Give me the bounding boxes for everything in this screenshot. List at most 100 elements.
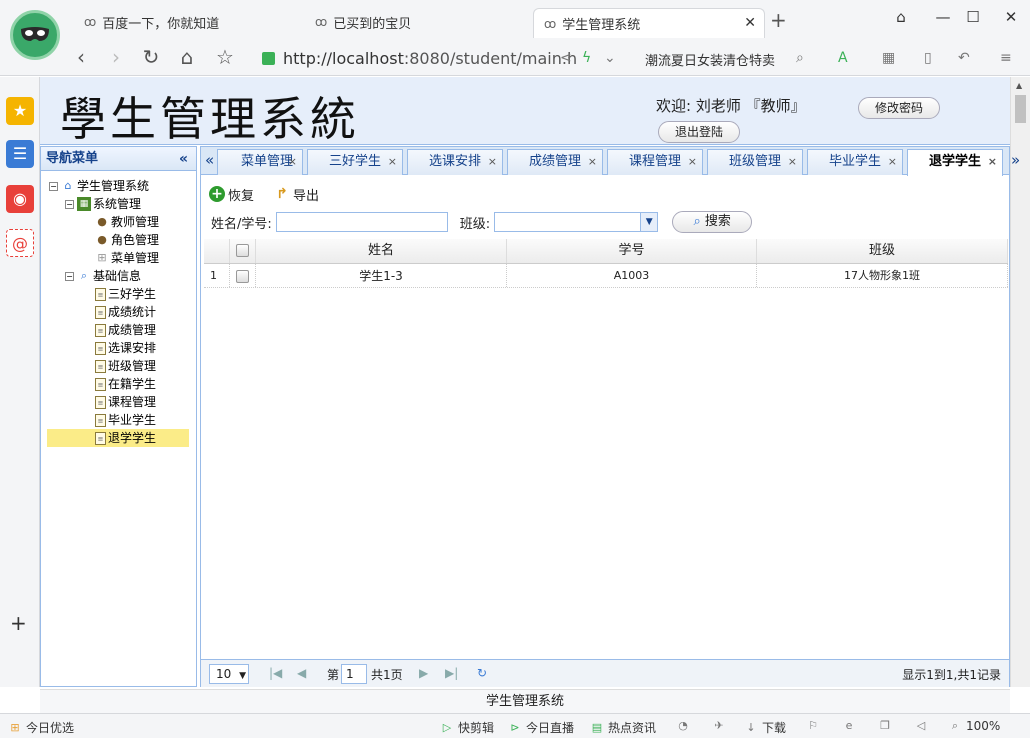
- tab-dropout-active[interactable]: 退学学生 ×: [907, 149, 1003, 176]
- collapse-toggle-icon[interactable]: −: [49, 181, 58, 191]
- volume-icon[interactable]: ◁: [914, 719, 932, 733]
- close-icon[interactable]: ×: [588, 150, 597, 174]
- tab-course-manage[interactable]: 课程管理 ×: [607, 149, 703, 175]
- flag-icon[interactable]: ⚐: [806, 719, 824, 733]
- scroll-right-icon[interactable]: »: [1011, 151, 1020, 169]
- close-window-button[interactable]: ✕: [998, 8, 1024, 30]
- collapse-icon[interactable]: «: [179, 147, 188, 171]
- forward-icon[interactable]: ›: [103, 44, 129, 70]
- zoom-control[interactable]: ⌕ 100%: [948, 719, 1000, 733]
- scroll-up-icon[interactable]: ▲: [1016, 81, 1022, 90]
- url-field[interactable]: http://localhost :8080/student/main.h: [252, 45, 632, 71]
- table-row[interactable]: 1 学生1-3 A1003 17人物形象1班: [204, 264, 1008, 288]
- row-checkbox[interactable]: [230, 264, 256, 287]
- next-page-icon[interactable]: ▶: [419, 666, 428, 680]
- prev-page-icon[interactable]: ◀: [297, 666, 306, 680]
- tab-course-selection[interactable]: 选课安排 ×: [407, 149, 503, 175]
- close-icon[interactable]: ×: [488, 150, 497, 174]
- mail-icon[interactable]: @: [6, 229, 34, 257]
- change-password-button[interactable]: 修改密码: [858, 97, 940, 119]
- tab-merit-students[interactable]: 三好学生 ×: [307, 149, 403, 175]
- weibo-icon[interactable]: ◉: [6, 185, 34, 213]
- favorites-icon[interactable]: ★: [6, 97, 34, 125]
- pin-icon[interactable]: ✈: [712, 719, 730, 733]
- promo-link[interactable]: 潮流夏日女装清仓特卖: [645, 50, 775, 69]
- tree-item-role[interactable]: ● 角色管理: [95, 231, 159, 249]
- maximize-button[interactable]: ☐: [960, 8, 986, 30]
- lightning-icon[interactable]: ϟ: [582, 50, 591, 66]
- chevron-down-icon[interactable]: ⌄: [604, 50, 616, 66]
- tree-item[interactable]: ≡ 成绩统计: [95, 303, 156, 321]
- scroll-left-icon[interactable]: «: [205, 151, 214, 169]
- logout-button[interactable]: 退出登陆: [658, 121, 740, 143]
- tree-group-system[interactable]: − ▦ 系统管理: [65, 195, 141, 213]
- minimize-button[interactable]: —: [930, 8, 956, 30]
- collapse-toggle-icon[interactable]: −: [65, 271, 74, 281]
- close-icon[interactable]: ×: [988, 150, 997, 174]
- tab-class-manage[interactable]: 班级管理 ×: [707, 149, 803, 175]
- translate-icon[interactable]: A: [838, 50, 848, 66]
- close-icon[interactable]: ×: [688, 150, 697, 174]
- undo-icon[interactable]: ↶: [958, 50, 970, 66]
- tab-score-manage[interactable]: 成绩管理 ×: [507, 149, 603, 175]
- column-header-student-no[interactable]: 学号: [507, 239, 757, 263]
- chevron-down-icon[interactable]: ▼: [640, 213, 658, 231]
- back-icon[interactable]: ‹: [68, 44, 94, 70]
- name-input[interactable]: [275, 212, 448, 232]
- hot-news[interactable]: ▤ 热点资讯: [590, 719, 656, 736]
- column-header-name[interactable]: 姓名: [256, 239, 507, 263]
- list-icon[interactable]: ☰: [6, 140, 34, 168]
- tree-item[interactable]: ≡ 在籍学生: [95, 375, 156, 393]
- page-number-input[interactable]: 1: [341, 664, 367, 684]
- restore-button[interactable]: + 恢复: [209, 185, 254, 204]
- last-page-icon[interactable]: ▶|: [445, 666, 458, 680]
- tablet-icon[interactable]: ▯: [924, 50, 932, 66]
- window-icon[interactable]: ❐: [878, 719, 896, 733]
- home-icon[interactable]: ⌂: [174, 44, 200, 70]
- tree-item[interactable]: ≡ 三好学生: [95, 285, 156, 303]
- search-button[interactable]: ⌕ 搜索: [672, 211, 753, 233]
- quick-edit[interactable]: ▷ 快剪辑: [440, 719, 494, 736]
- add-icon[interactable]: +: [10, 611, 27, 635]
- collapse-toggle-icon[interactable]: −: [65, 199, 74, 209]
- menu-icon[interactable]: ≡: [1000, 50, 1012, 66]
- export-button[interactable]: ↱ 导出: [274, 185, 319, 204]
- tab-graduated[interactable]: 毕业学生 ×: [807, 149, 903, 175]
- speed-icon[interactable]: ◔: [676, 719, 694, 733]
- class-select[interactable]: ▼: [494, 212, 659, 232]
- close-icon[interactable]: ×: [788, 150, 797, 174]
- tree-item[interactable]: ≡ 毕业学生: [95, 411, 156, 429]
- tree-item-selected[interactable]: ≡ 退学学生: [47, 429, 189, 447]
- tree-item[interactable]: ≡ 选课安排: [95, 339, 156, 357]
- browser-tab[interactable]: ꝏ 百度一下，你就知道: [74, 8, 300, 36]
- ie-icon[interactable]: e: [842, 719, 860, 733]
- tree-group-basic[interactable]: − ⌕ 基础信息: [65, 267, 141, 285]
- first-page-icon[interactable]: |◀: [269, 666, 282, 680]
- refresh-icon[interactable]: ↻: [477, 666, 487, 680]
- column-header-class[interactable]: 班级: [757, 239, 1008, 263]
- scrollbar-thumb[interactable]: [1015, 95, 1026, 123]
- tab-menu-manage[interactable]: 菜单管理 ×: [217, 149, 303, 175]
- star-icon[interactable]: ☆: [212, 44, 238, 70]
- share-icon[interactable]: ⋖: [560, 50, 572, 66]
- live-today[interactable]: ⊳ 今日直播: [508, 719, 574, 736]
- new-tab-button[interactable]: +: [770, 8, 787, 32]
- tree-item-teacher[interactable]: ● 教师管理: [95, 213, 159, 231]
- search-icon[interactable]: ⌕: [796, 50, 804, 66]
- download-button[interactable]: ↓ 下载: [744, 719, 786, 736]
- select-all-checkbox[interactable]: [230, 239, 256, 263]
- browser-tab-active[interactable]: ꝏ 学生管理系统 ✕: [533, 8, 765, 38]
- close-tab-icon[interactable]: ✕: [744, 15, 756, 31]
- close-icon[interactable]: ×: [388, 150, 397, 174]
- today-picks[interactable]: ⊞ 今日优选: [8, 719, 74, 736]
- tree-item[interactable]: ≡ 课程管理: [95, 393, 156, 411]
- apps-icon[interactable]: ▦: [882, 50, 895, 66]
- tree-item[interactable]: ≡ 成绩管理: [95, 321, 156, 339]
- shirt-icon[interactable]: ⌂: [888, 8, 914, 30]
- tree-root[interactable]: − ⌂ 学生管理系统: [49, 177, 149, 195]
- close-icon[interactable]: ×: [288, 150, 297, 174]
- refresh-icon[interactable]: ↻: [138, 44, 164, 70]
- browser-tab[interactable]: ꝏ 已买到的宝贝: [305, 8, 531, 36]
- tree-item[interactable]: ≡ 班级管理: [95, 357, 156, 375]
- page-size-select[interactable]: 10 ▼: [209, 664, 249, 684]
